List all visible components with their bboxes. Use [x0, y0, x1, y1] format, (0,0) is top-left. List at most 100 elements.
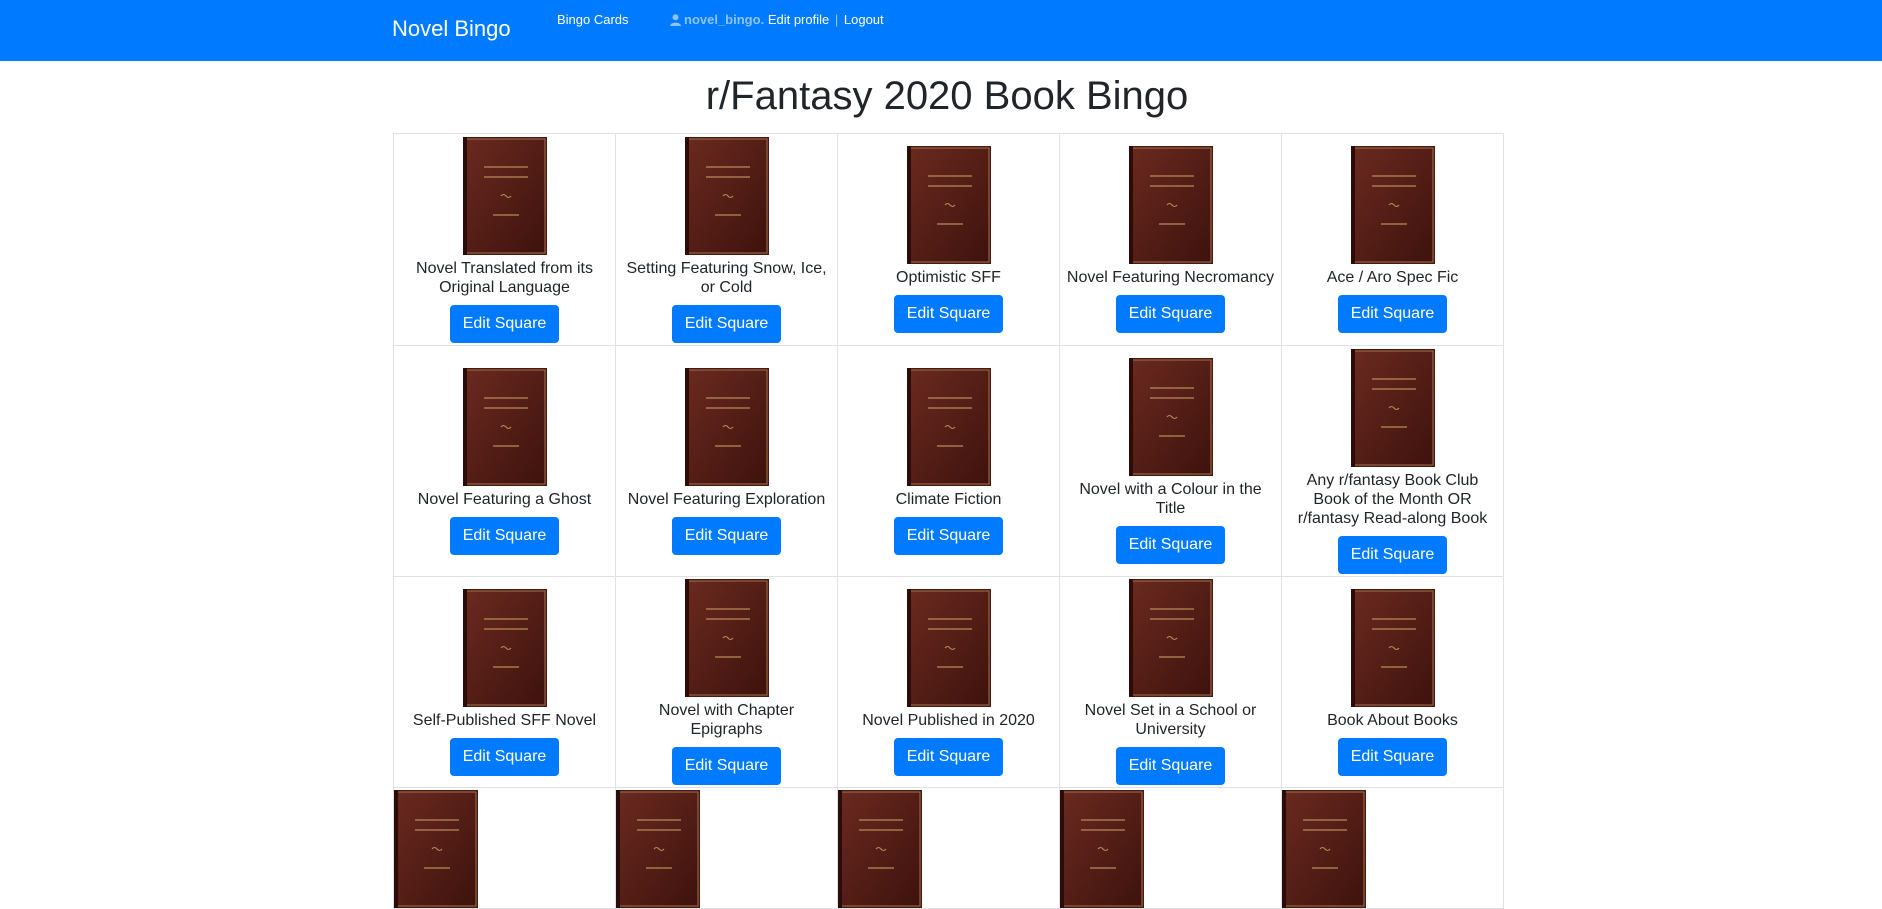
book-cover-image — [462, 588, 547, 707]
book-cover-image — [684, 367, 769, 486]
book-cover-image — [684, 136, 769, 255]
bingo-square: Novel Set in a School or University Edit … — [1059, 576, 1282, 788]
book-cover-image — [1128, 358, 1213, 476]
book-cover-image — [462, 136, 547, 255]
bingo-square: Any r/fantasy Book Club Book of the Mont… — [1281, 345, 1504, 577]
edit-square-button[interactable]: Edit Square — [449, 304, 560, 343]
book-cover-image — [616, 790, 837, 908]
square-label: Novel with Chapter Epigraphs — [658, 702, 795, 738]
square-label: Novel Translated from its Original Langu… — [416, 259, 593, 296]
bingo-square: Novel with a Colour in the Title Edit Squ… — [1059, 345, 1282, 577]
book-cover-image — [684, 579, 769, 697]
edit-square-button[interactable]: Edit Square — [671, 516, 782, 555]
bingo-square: Novel Featuring Exploration Edit Square — [615, 345, 838, 577]
square-content: Setting Featuring Snow, Ice, or Cold Edit… — [616, 136, 837, 343]
edit-square-button[interactable]: Edit Square — [1337, 737, 1448, 776]
book-cover-image — [462, 367, 547, 486]
board-row — [393, 787, 1504, 909]
edit-square-button[interactable]: Edit Square — [1115, 526, 1226, 564]
bingo-square: Novel Featuring Necromancy Edit Square — [1059, 133, 1282, 346]
user-menu: novel_bingo. Edit profile | Logout — [670, 12, 884, 29]
edit-square-button[interactable]: Edit Square — [671, 747, 782, 785]
bingo-square: Self-Published SFF Novel Edit Square — [393, 576, 616, 788]
square-content: Optimistic SFF Edit Square — [838, 146, 1059, 333]
square-label: Novel Featuring Exploration — [627, 490, 826, 508]
board-row: Novel Translated from its Original Langu… — [393, 133, 1504, 346]
book-cover-image — [1350, 588, 1435, 707]
bingo-square: Novel Published in 2020 Edit Square — [837, 576, 1060, 788]
book-cover-image — [394, 790, 615, 908]
square-label: Ace / Aro Spec Fic — [1326, 269, 1459, 286]
bingo-square — [1281, 787, 1504, 909]
square-content: Self-Published SFF Novel Edit Square — [394, 588, 615, 776]
bingo-square: Novel Translated from its Original Langu… — [393, 133, 616, 346]
square-label: Novel Featuring Necromancy — [1066, 269, 1275, 286]
square-label: Novel Set in a School or University — [1084, 702, 1257, 738]
square-content: Any r/fantasy Book Club Book of the Mont… — [1282, 348, 1503, 574]
edit-square-button[interactable]: Edit Square — [671, 304, 782, 343]
top-navbar: Novel Bingo Bingo Cards novel_bingo. Edi… — [0, 0, 1882, 61]
bingo-square — [1059, 787, 1282, 909]
square-label: Novel Published in 2020 — [862, 711, 1035, 729]
edit-square-button[interactable]: Edit Square — [893, 737, 1004, 776]
square-label: Self-Published SFF Novel — [412, 711, 597, 729]
book-cover-image — [838, 790, 1059, 908]
square-content: Ace / Aro Spec Fic Edit Square — [1282, 146, 1503, 333]
user-icon — [670, 14, 681, 29]
edit-square-button[interactable]: Edit Square — [1115, 747, 1226, 785]
book-cover-image — [906, 146, 991, 264]
book-cover-image — [1350, 146, 1435, 264]
book-cover-image — [1282, 790, 1503, 908]
bingo-board: Novel Translated from its Original Langu… — [393, 133, 1504, 909]
book-cover-image — [1128, 146, 1213, 264]
board-row: Novel Featuring a Ghost Edit Square Novel… — [393, 345, 1504, 577]
square-content: Novel Set in a School or University Edit … — [1060, 579, 1281, 785]
bingo-square: Novel with Chapter Epigraphs Edit Square — [615, 576, 838, 788]
square-content: Novel Featuring Necromancy Edit Square — [1060, 146, 1281, 333]
edit-square-button[interactable]: Edit Square — [893, 295, 1004, 333]
square-label: Optimistic SFF — [896, 269, 1001, 286]
square-label: Any r/fantasy Book Club Book of the Mont… — [1297, 471, 1488, 527]
page-title: r/Fantasy 2020 Book Bingo — [705, 74, 1189, 118]
logout-link[interactable]: Logout — [844, 12, 884, 27]
bingo-square — [837, 787, 1060, 909]
square-content: Novel Featuring Exploration Edit Square — [616, 367, 837, 555]
square-label: Novel Featuring a Ghost — [417, 490, 592, 508]
book-cover-image — [1060, 790, 1281, 908]
bingo-square: Optimistic SFF Edit Square — [837, 133, 1060, 346]
book-cover-image — [1128, 579, 1213, 697]
square-label: Climate Fiction — [895, 490, 1002, 508]
bingo-cards-link[interactable]: Bingo Cards — [557, 12, 629, 27]
edit-square-button[interactable]: Edit Square — [1337, 535, 1448, 574]
brand-link[interactable]: Novel Bingo — [392, 16, 511, 42]
bingo-square: Novel Featuring a Ghost Edit Square — [393, 345, 616, 577]
bingo-square: Book About Books Edit Square — [1281, 576, 1504, 788]
bingo-square: Setting Featuring Snow, Ice, or Cold Edit… — [615, 133, 838, 346]
edit-square-button[interactable]: Edit Square — [1337, 295, 1448, 333]
book-cover-image — [906, 588, 991, 707]
edit-square-button[interactable]: Edit Square — [449, 737, 560, 776]
edit-profile-link[interactable]: Edit profile — [768, 12, 829, 27]
bingo-square: Climate Fiction Edit Square — [837, 345, 1060, 577]
square-content: Book About Books Edit Square — [1282, 588, 1503, 776]
nav-separator: | — [834, 12, 839, 27]
square-content: Novel with Chapter Epigraphs Edit Square — [616, 579, 837, 785]
bingo-square — [393, 787, 616, 909]
edit-square-button[interactable]: Edit Square — [1115, 295, 1226, 333]
edit-square-button[interactable]: Edit Square — [893, 516, 1004, 555]
square-content: Novel Translated from its Original Langu… — [394, 136, 615, 343]
square-label: Novel with a Colour in the Title — [1079, 481, 1262, 517]
username[interactable]: novel_bingo — [684, 12, 761, 27]
square-label: Book About Books — [1327, 711, 1458, 729]
square-content: Climate Fiction Edit Square — [838, 367, 1059, 555]
book-cover-image — [1350, 348, 1435, 467]
edit-square-button[interactable]: Edit Square — [449, 516, 560, 555]
username-suffix: . — [760, 12, 765, 27]
square-content: Novel Published in 2020 Edit Square — [838, 588, 1059, 776]
square-label: Setting Featuring Snow, Ice, or Cold — [626, 259, 827, 296]
bingo-square — [615, 787, 838, 909]
book-cover-image — [906, 367, 991, 486]
board-row: Self-Published SFF Novel Edit Square Nove… — [393, 576, 1504, 788]
bingo-square: Ace / Aro Spec Fic Edit Square — [1281, 133, 1504, 346]
square-content: Novel with a Colour in the Title Edit Squ… — [1060, 358, 1281, 564]
